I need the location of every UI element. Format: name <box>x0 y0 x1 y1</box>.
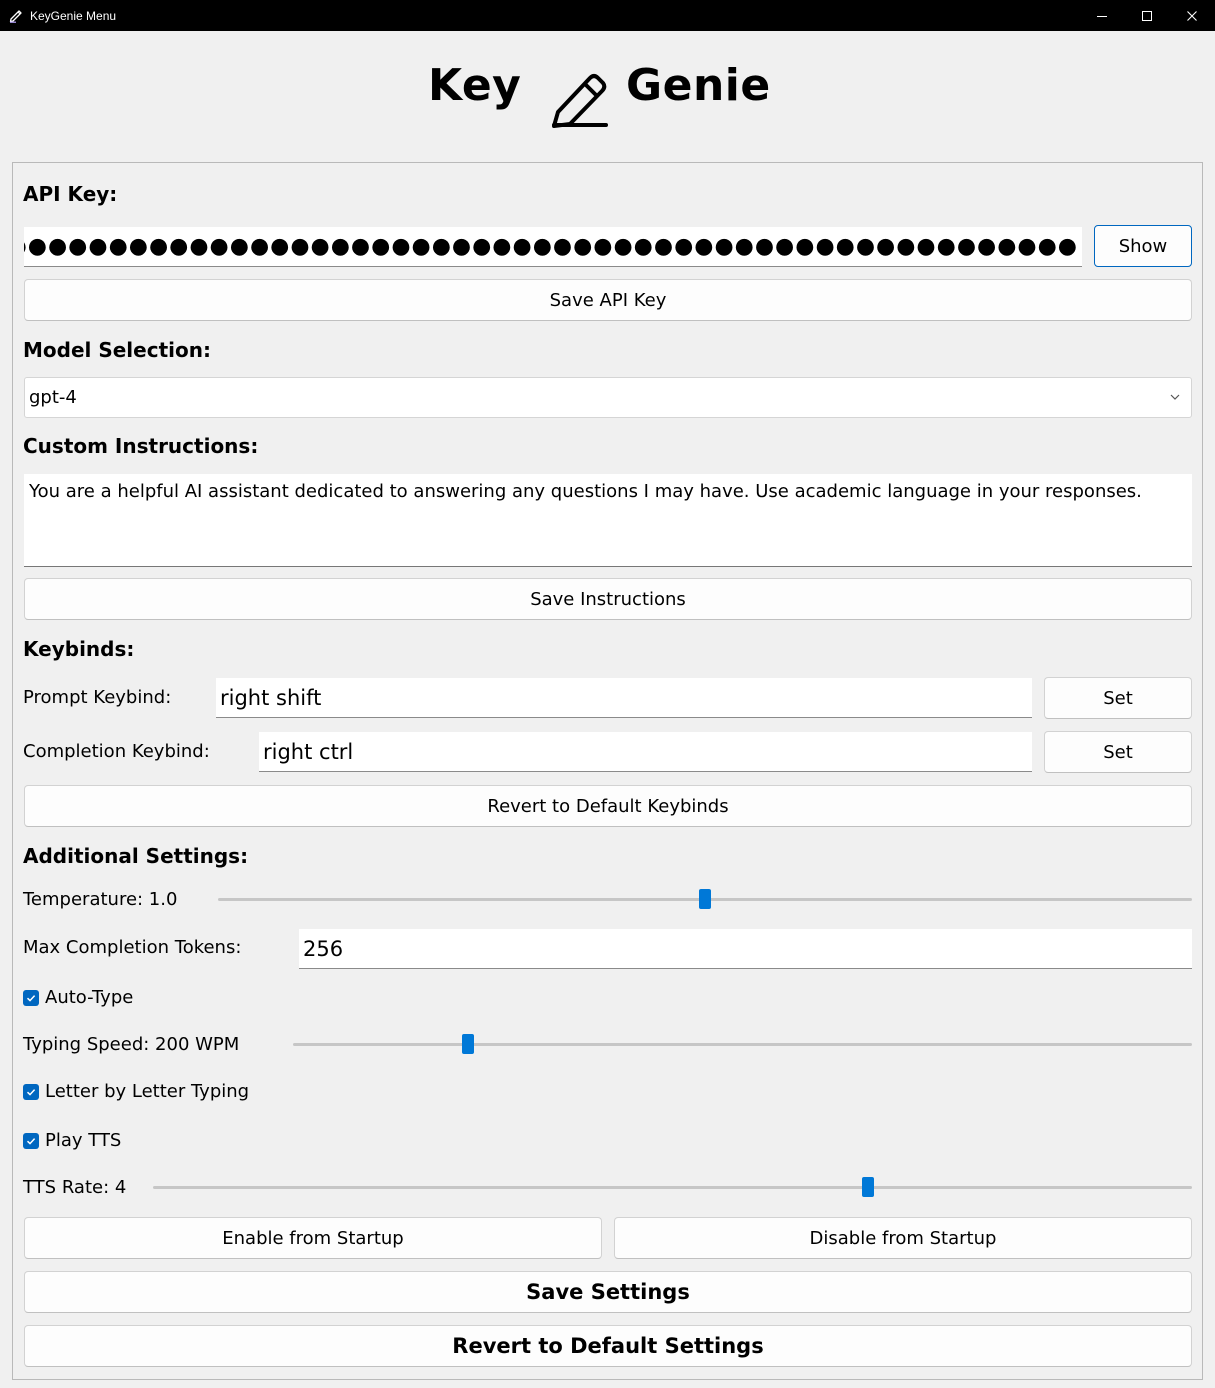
checkmark-icon <box>26 995 36 1002</box>
heading-word-key: Key <box>428 60 522 111</box>
disable-startup-button[interactable]: Disable from Startup <box>614 1217 1192 1259</box>
letter-typing-label: Letter by Letter Typing <box>45 1081 250 1102</box>
temperature-label: Temperature: 1.0 <box>23 889 178 910</box>
play-tts-checkbox[interactable] <box>23 1133 39 1149</box>
prompt-keybind-input[interactable]: right shift <box>216 678 1032 718</box>
completion-keybind-label: Completion Keybind: <box>23 741 210 762</box>
letter-typing-checkbox[interactable] <box>23 1084 39 1100</box>
slider-thumb[interactable] <box>461 1034 474 1054</box>
tts-rate-label: TTS Rate: 4 <box>23 1177 127 1198</box>
window-title: KeyGenie Menu <box>30 9 117 23</box>
title-bar: KeyGenie Menu <box>0 0 1215 31</box>
slider-thumb[interactable] <box>699 889 711 909</box>
revert-keybinds-button[interactable]: Revert to Default Keybinds <box>24 785 1192 827</box>
slider-track <box>153 1186 1192 1189</box>
tts-rate-slider[interactable] <box>153 1177 1192 1199</box>
slider-thumb[interactable] <box>861 1177 874 1197</box>
api-key-input[interactable]: ●●●●●●●●●●●●●●●●●●●●●●●●●●●●●●●●●●●●●●●●… <box>24 227 1082 267</box>
pencil-icon <box>9 10 22 23</box>
set-prompt-keybind-button[interactable]: Set <box>1044 677 1192 719</box>
maximize-button[interactable] <box>1124 0 1170 31</box>
additional-settings-label: Additional Settings: <box>23 844 249 868</box>
auto-type-checkbox[interactable] <box>23 990 39 1006</box>
set-completion-keybind-button[interactable]: Set <box>1044 731 1192 773</box>
enable-startup-button[interactable]: Enable from Startup <box>24 1217 602 1259</box>
max-tokens-label: Max Completion Tokens: <box>23 937 242 958</box>
custom-instructions-textarea[interactable]: You are a helpful AI assistant dedicated… <box>24 474 1192 567</box>
save-settings-button[interactable]: Save Settings <box>24 1271 1192 1313</box>
show-api-key-button[interactable]: Show <box>1094 225 1192 267</box>
slider-track <box>293 1043 1192 1046</box>
revert-settings-button[interactable]: Revert to Default Settings <box>24 1325 1192 1367</box>
save-api-key-button[interactable]: Save API Key <box>24 279 1192 321</box>
api-key-label: API Key: <box>23 182 118 206</box>
model-selection-label: Model Selection: <box>23 338 211 362</box>
checkmark-icon <box>26 1138 36 1145</box>
save-instructions-button[interactable]: Save Instructions <box>24 578 1192 620</box>
keybinds-label: Keybinds: <box>23 637 135 661</box>
close-icon <box>1187 10 1197 21</box>
typing-speed-slider[interactable] <box>293 1034 1192 1056</box>
minimize-button[interactable] <box>1079 0 1125 31</box>
temperature-slider[interactable] <box>218 889 1192 911</box>
chevron-down-icon <box>1170 394 1180 400</box>
completion-keybind-input[interactable]: right ctrl <box>259 732 1032 772</box>
play-tts-label: Play TTS <box>45 1130 122 1151</box>
prompt-keybind-label: Prompt Keybind: <box>23 687 172 708</box>
close-button[interactable] <box>1169 0 1215 31</box>
model-select[interactable]: gpt-4 <box>24 377 1192 418</box>
custom-instructions-label: Custom Instructions: <box>23 434 259 458</box>
model-select-value: gpt-4 <box>29 387 77 408</box>
pencil-icon <box>552 74 608 128</box>
heading-word-genie: Genie <box>626 60 771 111</box>
maximize-icon <box>1142 10 1152 21</box>
auto-type-label: Auto-Type <box>45 987 134 1008</box>
max-tokens-input[interactable]: 256 <box>299 929 1192 969</box>
minimize-icon <box>1097 15 1107 17</box>
typing-speed-label: Typing Speed: 200 WPM <box>23 1034 240 1055</box>
checkmark-icon <box>26 1089 36 1096</box>
